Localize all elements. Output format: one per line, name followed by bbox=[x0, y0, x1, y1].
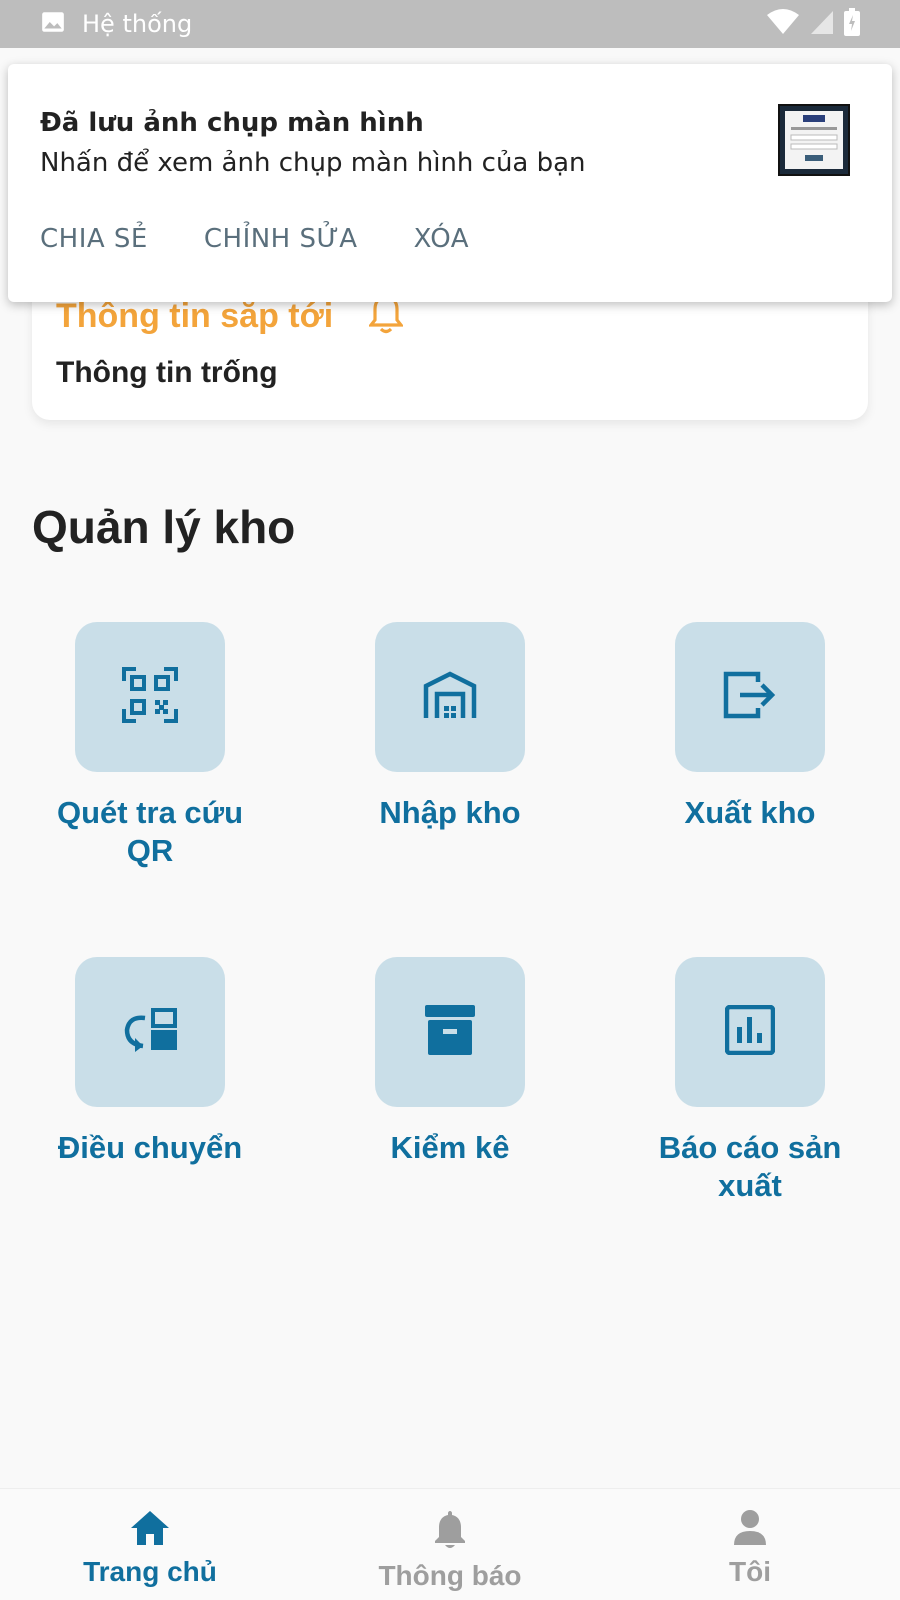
bell-icon bbox=[432, 1509, 468, 1556]
tile-inventory-check[interactable]: Kiểm kê bbox=[320, 957, 580, 1167]
section-title: Quản lý kho bbox=[32, 501, 296, 553]
tile-icon-box bbox=[75, 622, 225, 772]
bar-chart-icon bbox=[724, 1004, 776, 1060]
bottom-navigation: Trang chủ Thông báo Tôi bbox=[0, 1488, 900, 1600]
tile-label: Điều chuyển bbox=[57, 1130, 243, 1165]
tile-label: Kiểm kê bbox=[390, 1130, 510, 1165]
tile-icon-box bbox=[675, 957, 825, 1107]
qr-scan-icon bbox=[122, 666, 178, 728]
nav-notifications-label: Thông báo bbox=[378, 1560, 522, 1591]
tile-import-warehouse[interactable]: Nhập kho bbox=[320, 622, 580, 832]
tile-label: Quét tra cứu QR bbox=[56, 795, 244, 868]
delete-action[interactable]: XÓA bbox=[414, 224, 469, 254]
image-icon bbox=[40, 9, 66, 40]
tile-icon-box bbox=[75, 957, 225, 1107]
person-icon bbox=[732, 1509, 768, 1552]
tile-icon-box bbox=[375, 622, 525, 772]
tile-transfer[interactable]: Điều chuyển bbox=[20, 957, 280, 1167]
screenshot-notification[interactable]: Đã lưu ảnh chụp màn hình Nhấn để xem ảnh… bbox=[8, 64, 892, 302]
warehouse-icon bbox=[422, 670, 478, 725]
wifi-icon bbox=[766, 8, 800, 40]
nav-profile[interactable]: Tôi bbox=[660, 1489, 840, 1600]
status-bar-title: Hệ thống bbox=[82, 10, 193, 38]
battery-icon bbox=[844, 7, 860, 41]
notification-actions: CHIA SẺ CHỈNH SỬA XÓA bbox=[40, 224, 469, 254]
nav-home-label: Trang chủ bbox=[83, 1556, 217, 1587]
status-icons bbox=[766, 7, 860, 41]
edit-action[interactable]: CHỈNH SỬA bbox=[204, 224, 358, 254]
nav-notifications[interactable]: Thông báo bbox=[360, 1489, 540, 1600]
notification-subtitle: Nhấn để xem ảnh chụp màn hình của bạn bbox=[40, 148, 586, 178]
archive-box-icon bbox=[423, 1003, 477, 1062]
notification-title: Đã lưu ảnh chụp màn hình bbox=[40, 108, 424, 138]
tile-production-report[interactable]: Báo cáo sản xuất bbox=[620, 957, 880, 1205]
transfer-icon bbox=[121, 1007, 179, 1057]
tile-export-warehouse[interactable]: Xuất kho bbox=[620, 622, 880, 832]
nav-home[interactable]: Trang chủ bbox=[60, 1489, 240, 1600]
status-bar: Hệ thống bbox=[0, 0, 900, 48]
home-icon bbox=[129, 1509, 171, 1552]
app-root: Hệ thống Thông tin sắp tới Thông tin trố… bbox=[0, 0, 900, 1600]
thumbnail-preview bbox=[785, 111, 843, 169]
upcoming-empty-text: Thông tin trống bbox=[56, 356, 278, 389]
tile-label: Xuất kho bbox=[684, 795, 816, 830]
signal-icon bbox=[810, 9, 834, 40]
upcoming-title: Thông tin sắp tới bbox=[56, 297, 334, 335]
tile-qr-lookup[interactable]: Quét tra cứu QR bbox=[20, 622, 280, 870]
tile-icon-box bbox=[675, 622, 825, 772]
screenshot-thumbnail[interactable] bbox=[778, 104, 850, 176]
export-icon bbox=[722, 670, 778, 725]
tile-label: Báo cáo sản xuất bbox=[658, 1130, 842, 1203]
share-action[interactable]: CHIA SẺ bbox=[40, 224, 148, 254]
tile-label: Nhập kho bbox=[379, 795, 521, 830]
tile-icon-box bbox=[375, 957, 525, 1107]
nav-profile-label: Tôi bbox=[729, 1556, 771, 1587]
